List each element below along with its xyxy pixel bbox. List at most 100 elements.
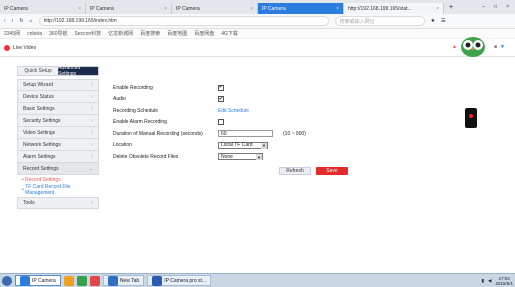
sidebar-subitem-tf-card[interactable]: • TF Card Record File Management — [17, 184, 99, 196]
star-icon[interactable]: ★ — [431, 18, 435, 24]
location-select[interactable]: Local TF Card ▼ — [218, 141, 268, 149]
menu-icon[interactable]: ☰ — [441, 18, 445, 24]
row-alarm-recording: Enable Alarm Recording — [113, 117, 333, 129]
bookmark-item[interactable]: 4G下载 — [221, 30, 238, 37]
tab-title: IP Camera — [262, 5, 286, 12]
maximize-icon[interactable]: □ — [494, 4, 497, 10]
bookmark-item[interactable]: 百度地图 — [167, 30, 187, 37]
browser-tab-3[interactable]: IP Camera × — [172, 3, 258, 14]
minimize-icon[interactable]: – — [482, 4, 485, 10]
owl-mascot-icon — [461, 37, 485, 57]
app-icon[interactable] — [89, 275, 100, 286]
bookmark-item[interactable]: 百度网盘 — [194, 30, 214, 37]
filter-icon[interactable]: ▼ — [500, 44, 505, 50]
home-icon[interactable]: ⌂ — [30, 18, 33, 24]
refresh-icon[interactable]: ↻ — [19, 18, 23, 24]
alarm-recording-checkbox[interactable] — [218, 119, 224, 126]
taskbar-item-ip-camera[interactable]: IP Camera — [15, 275, 61, 286]
sidebar-item-tools[interactable]: Tools › — [17, 197, 99, 209]
close-icon[interactable]: × — [250, 6, 253, 12]
record-settings-form: Enable Recording ✔ Audio ✔ Recording Sch… — [113, 82, 333, 163]
url-field[interactable]: http://192.168.199.165/index.htm — [38, 16, 329, 26]
close-window-icon[interactable]: × — [506, 4, 509, 10]
browser-tab-1[interactable]: IP Camera × — [0, 3, 86, 14]
recording-schedule-label: Recording Schedule — [113, 107, 159, 114]
bookmarks-bar: 2345网 cnbeta 360导航 Seccon科技 亿龙新城网 百度搜索 百… — [0, 29, 515, 39]
user-icon[interactable]: ▲ — [452, 44, 457, 50]
app-icon[interactable] — [63, 275, 74, 286]
location-label: Location — [113, 142, 132, 149]
camera-header: Live Video — [0, 39, 515, 57]
live-video-icon — [4, 44, 10, 51]
row-enable-recording: Enable Recording ✔ — [113, 82, 333, 94]
chevron-down-icon: ▼ — [256, 154, 262, 161]
forward-icon[interactable]: › — [12, 18, 14, 24]
save-button[interactable]: Save — [316, 167, 348, 175]
sidebar-item-label: Network Settings — [23, 141, 61, 148]
row-delete-old: Delete Obsolete Record Files None ▼ — [113, 151, 333, 163]
sidebar-item-alarm-settings[interactable]: Alarm Settings › — [17, 151, 99, 163]
taskbar-item-label: IP Camera — [32, 277, 56, 284]
start-button[interactable] — [2, 275, 12, 286]
bookmark-item[interactable]: 360导航 — [49, 30, 67, 37]
location-value: Local TF Card — [221, 142, 253, 149]
chevron-right-icon: › — [91, 105, 93, 112]
clock[interactable]: 17:04 2016/6/1 — [495, 276, 513, 286]
back-icon[interactable]: ‹ — [4, 18, 6, 24]
refresh-button[interactable]: Refresh — [279, 167, 311, 175]
settings-sidebar: Quick Setup Advanced Settings Setup Wiza… — [17, 65, 99, 216]
app-icon[interactable] — [76, 275, 87, 286]
enable-recording-checkbox[interactable]: ✔ — [218, 84, 224, 91]
close-icon[interactable]: × — [164, 6, 167, 12]
alarm-recording-label: Enable Alarm Recording — [113, 119, 167, 126]
gear-icon[interactable]: ■ — [494, 44, 497, 50]
bookmark-item[interactable]: 百度搜索 — [140, 30, 160, 37]
duration-range: (10 ~ 900) — [283, 130, 306, 137]
browser-tab-5[interactable]: http://192.168.199.165/stat... × — [344, 3, 444, 14]
new-tab-button[interactable]: + — [444, 4, 453, 11]
sidebar-item-video-settings[interactable]: Video Settings › — [17, 127, 99, 139]
sidebar-item-record-settings[interactable]: Record Settings ⌄ — [17, 163, 99, 175]
search-field[interactable]: 搜索或输入网址 — [334, 16, 425, 26]
sidebar-item-label: Basic Settings — [23, 105, 55, 112]
sidebar-item-label: Video Settings — [23, 129, 56, 136]
taskbar-item-new-tab[interactable]: New Tab — [102, 275, 145, 286]
audio-checkbox[interactable]: ✔ — [218, 96, 224, 103]
chevron-right-icon: › — [91, 129, 93, 136]
clock-date: 2016/6/1 — [495, 280, 513, 286]
close-icon[interactable]: × — [78, 6, 81, 12]
sidebar-item-basic-settings[interactable]: Basic Settings › — [17, 103, 99, 115]
window-controls: – □ × — [482, 4, 515, 10]
bookmark-item[interactable]: Seccon科技 — [74, 30, 101, 37]
browser-tab-4[interactable]: IP Camera × — [258, 3, 344, 14]
url-text: http://192.168.199.165/index.htm — [43, 18, 117, 24]
duration-input[interactable]: 60 — [218, 130, 273, 138]
row-location: Location Local TF Card ▼ — [113, 140, 333, 152]
volume-icon[interactable]: ◀ — [488, 278, 491, 284]
edit-schedule-link[interactable]: Edit Schedule — [218, 108, 249, 114]
chevron-right-icon: › — [91, 153, 93, 160]
sidebar-item-label: Setup Wizard — [23, 82, 54, 88]
sidebar-item-label: Record Settings — [23, 165, 59, 172]
sidebar-item-security-settings[interactable]: Security Settings › — [17, 115, 99, 127]
sidebar-item-label: Device Status — [23, 93, 54, 100]
taskbar-item-ip-camera-2[interactable]: IP Camera pro st... — [147, 275, 212, 286]
subitem-label: TF Card Record File Management — [25, 184, 71, 196]
sidebar-item-network-settings[interactable]: Network Settings › — [17, 139, 99, 151]
tab-advanced-settings[interactable]: Advanced Settings — [58, 65, 98, 77]
bookmark-item[interactable]: 亿龙新城网 — [108, 30, 133, 37]
browser-tab-2[interactable]: IP Camera × — [86, 3, 172, 14]
bookmark-item[interactable]: cnbeta — [27, 31, 42, 37]
word-icon — [152, 275, 163, 286]
tab-quick-setup[interactable]: Quick Setup — [18, 67, 58, 75]
network-icon[interactable]: ▮ — [482, 278, 484, 284]
live-video-button[interactable]: Live Video — [4, 44, 36, 51]
close-icon[interactable]: × — [336, 6, 339, 12]
tab-title: IP Camera — [176, 5, 200, 12]
close-icon[interactable]: × — [436, 6, 439, 12]
duration-label: Duration of Manual Recording (seconds) — [113, 130, 203, 137]
bookmark-item[interactable]: 2345网 — [4, 30, 20, 37]
delete-obsolete-select[interactable]: None ▼ — [218, 153, 263, 161]
sidebar-item-device-status[interactable]: Device Status › — [17, 91, 99, 103]
sidebar-item-setup-wizard[interactable]: Setup Wizard › — [17, 79, 99, 91]
